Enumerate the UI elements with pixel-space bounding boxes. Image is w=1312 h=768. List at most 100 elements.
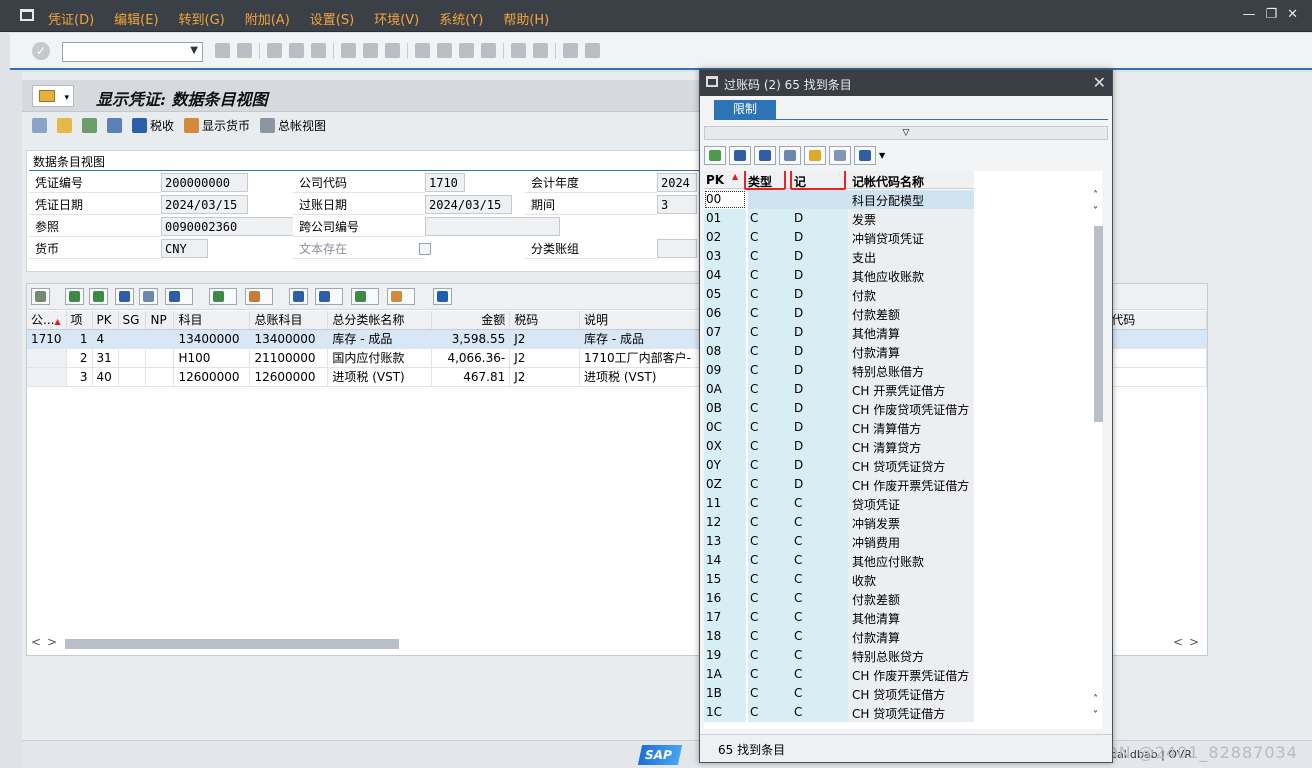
screen-menu-button[interactable]: ▾ (32, 85, 74, 107)
text-exists-checkbox[interactable] (419, 243, 431, 255)
menu-system[interactable]: 系统(Y) (439, 9, 483, 28)
list-item[interactable]: 06 C D 付款差额 (704, 304, 1102, 323)
print-icon[interactable] (289, 288, 308, 305)
scroll-up-end-icon[interactable]: ˄ (1093, 694, 1098, 705)
scroll-left-end-icon[interactable]: < (1173, 635, 1183, 649)
scroll-thumb[interactable] (1094, 226, 1103, 422)
help-icon[interactable] (563, 43, 578, 58)
sort-desc-icon[interactable] (89, 288, 108, 305)
menu-goto[interactable]: 转到(G) (179, 9, 225, 28)
list-item[interactable]: 13 C C 冲销费用 (704, 532, 1102, 551)
col-company[interactable]: 公...▲ (27, 311, 67, 330)
header-name[interactable]: 记帐代码名称 (852, 173, 924, 190)
list-item[interactable]: 0Y C D CH 贷项凭证贷方 (704, 456, 1102, 475)
back-icon[interactable] (267, 43, 282, 58)
cancel-icon[interactable] (311, 43, 326, 58)
doc-date-value[interactable]: 2024/03/15 (161, 195, 248, 214)
find-icon[interactable] (363, 43, 378, 58)
col-sg[interactable]: SG (118, 311, 147, 330)
ledger-group-value[interactable] (657, 239, 697, 258)
list-item[interactable]: 14 C C 其他应付账款 (704, 551, 1102, 570)
doc-no-value[interactable]: 200000000 (161, 173, 248, 192)
minimize-icon[interactable]: — (1242, 7, 1255, 22)
menu-edit[interactable]: 编辑(E) (114, 9, 158, 28)
system-menu-icon[interactable] (20, 9, 34, 21)
col-item[interactable]: 项 (66, 311, 93, 330)
col-tax[interactable]: 税码 (509, 311, 581, 330)
list-item[interactable]: 0Z C D CH 作废开票凭证借方 (704, 475, 1102, 494)
scroll-left-icon[interactable]: < (31, 635, 41, 649)
scroll-down-end-icon[interactable]: ˅ (1093, 710, 1098, 721)
back-double-icon[interactable] (215, 43, 230, 58)
col-description[interactable]: 说明 (579, 311, 704, 330)
print-icon[interactable] (854, 146, 876, 165)
views-icon[interactable] (315, 288, 343, 305)
list-item[interactable]: 0X C D CH 清算贷方 (704, 437, 1102, 456)
col-gl-account[interactable]: 总账科目 (249, 311, 329, 330)
menu-environment[interactable]: 环境(V) (374, 9, 419, 28)
enter-icon[interactable]: ✓ (32, 42, 50, 60)
company-value[interactable]: 1710 (425, 173, 465, 192)
scroll-thumb[interactable] (65, 639, 399, 649)
list-item[interactable]: 07 C D 其他清算 (704, 323, 1102, 342)
menu-settings[interactable]: 设置(S) (310, 9, 354, 28)
col-code[interactable]: 代码 (1106, 311, 1207, 330)
list-item[interactable]: 08 C D 付款清算 (704, 342, 1102, 361)
command-field[interactable]: ▼ (62, 42, 203, 62)
details-icon[interactable] (31, 288, 50, 305)
posting-date-value[interactable]: 2024/03/15 (425, 195, 512, 214)
last-page-icon[interactable] (481, 43, 496, 58)
subtotal-icon[interactable] (245, 288, 273, 305)
confirm-button[interactable] (704, 146, 726, 165)
list-item[interactable]: 05 C D 付款 (704, 285, 1102, 304)
list-item[interactable]: 12 C C 冲销发票 (704, 513, 1102, 532)
document-button[interactable] (57, 118, 72, 133)
scroll-down-icon[interactable]: ˅ (1093, 206, 1098, 217)
fiscal-year-value[interactable]: 2024 (657, 173, 697, 192)
list-item[interactable]: 03 C D 支出 (704, 247, 1102, 266)
print-icon[interactable] (341, 43, 356, 58)
find-icon[interactable] (115, 288, 134, 305)
list-item[interactable]: 00 科目分配模型 (704, 190, 1102, 209)
list-item[interactable]: 17 C C 其他清算 (704, 608, 1102, 627)
edit-glasses-button[interactable] (32, 118, 47, 133)
list-item[interactable]: 1A C C CH 作废开票凭证借方 (704, 665, 1102, 684)
col-gl-name[interactable]: 总分类帐名称 (327, 311, 433, 330)
list-item[interactable]: 04 C D 其他应收账款 (704, 266, 1102, 285)
list-item[interactable]: 16 C C 付款差额 (704, 589, 1102, 608)
col-np[interactable]: NP (145, 311, 175, 330)
list-item[interactable]: 15 C C 收款 (704, 570, 1102, 589)
collapse-toggle[interactable]: ▽ (704, 126, 1108, 140)
list-item[interactable]: 18 C C 付款清算 (704, 627, 1102, 646)
sort-asc-icon[interactable] (65, 288, 84, 305)
list-item[interactable]: 01 C D 发票 (704, 209, 1102, 228)
tab-restrictions[interactable]: 限制 (714, 100, 776, 119)
display-button[interactable] (82, 118, 97, 133)
taxes-button[interactable]: 税收 (132, 117, 174, 134)
currency-value[interactable]: CNY (161, 239, 208, 258)
menu-help[interactable]: 帮助(H) (503, 9, 549, 28)
list-item[interactable]: 1C C C CH 贷项凭证借方 (704, 703, 1102, 722)
popup-menu-icon[interactable] (706, 76, 718, 87)
find-next-icon[interactable] (779, 146, 801, 165)
menu-document[interactable]: 凭证(D) (48, 9, 94, 28)
list-item[interactable]: 09 C D 特别总账借方 (704, 361, 1102, 380)
close-icon[interactable]: ✕ (1093, 73, 1106, 92)
find-icon[interactable] (754, 146, 776, 165)
close-icon[interactable]: ✕ (1287, 7, 1298, 22)
scroll-up-icon[interactable]: ˄ (1093, 190, 1098, 201)
exit-icon[interactable] (289, 43, 304, 58)
list-item[interactable]: 0C C D CH 清算借方 (704, 418, 1102, 437)
layout-icon[interactable] (387, 288, 415, 305)
export-icon[interactable] (351, 288, 379, 305)
col-account[interactable]: 科目 (173, 311, 251, 330)
scroll-right-end-icon[interactable]: > (1189, 635, 1199, 649)
stack-button[interactable] (107, 118, 122, 133)
menu-extras[interactable]: 附加(A) (245, 9, 290, 28)
restore-icon[interactable]: ❐ (1265, 7, 1277, 22)
help-icon[interactable] (829, 146, 851, 165)
col-amount[interactable]: 金额 (431, 311, 511, 330)
list-item[interactable]: 0A C D CH 开票凭证借方 (704, 380, 1102, 399)
gl-view-button[interactable]: 总帐视图 (260, 117, 326, 134)
find-next-icon[interactable] (385, 43, 400, 58)
